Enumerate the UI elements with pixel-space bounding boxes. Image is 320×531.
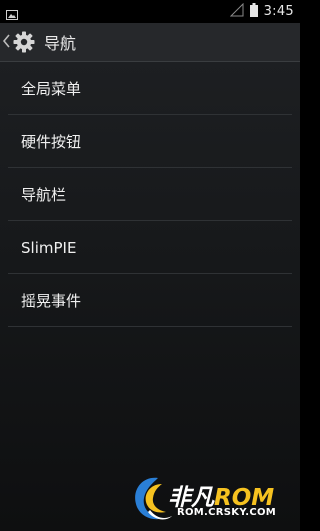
settings-list: 全局菜单 硬件按钮 导航栏 SlimPIE 摇晃事件 [0,62,300,327]
status-time: 3:45 [263,3,294,19]
list-item-navigation-bar[interactable]: 导航栏 [0,168,300,221]
up-navigation-button[interactable] [0,23,42,61]
list-item-label: 全局菜单 [21,80,82,98]
list-item-label: SlimPIE [21,238,77,257]
list-item-shake-events[interactable]: 摇晃事件 [0,274,300,327]
signal-icon [229,2,244,21]
settings-gear-icon [12,30,36,54]
battery-icon [249,2,258,21]
list-item-label: 硬件按钮 [21,133,82,151]
list-item-global-menu[interactable]: 全局菜单 [0,62,300,115]
status-bar-right: 3:45 [229,2,294,21]
page-title: 导航 [44,34,77,53]
image-notification-icon [6,5,18,20]
back-chevron-icon [2,33,10,52]
list-item-label: 摇晃事件 [21,292,82,310]
screen: 3:45 导航 全局菜单 硬件按钮 导航栏 SlimPIE 摇晃事件 非凡ROM… [0,0,300,531]
list-item-slimpie[interactable]: SlimPIE [0,221,300,274]
list-item-hardware-buttons[interactable]: 硬件按钮 [0,115,300,168]
watermark-logo: 非凡ROM ROM.CRSKY.COM [128,472,296,526]
status-bar: 3:45 [0,0,300,23]
list-item-label: 导航栏 [21,186,67,204]
watermark-url: ROM.CRSKY.COM [177,507,277,518]
action-bar: 导航 [0,23,300,62]
